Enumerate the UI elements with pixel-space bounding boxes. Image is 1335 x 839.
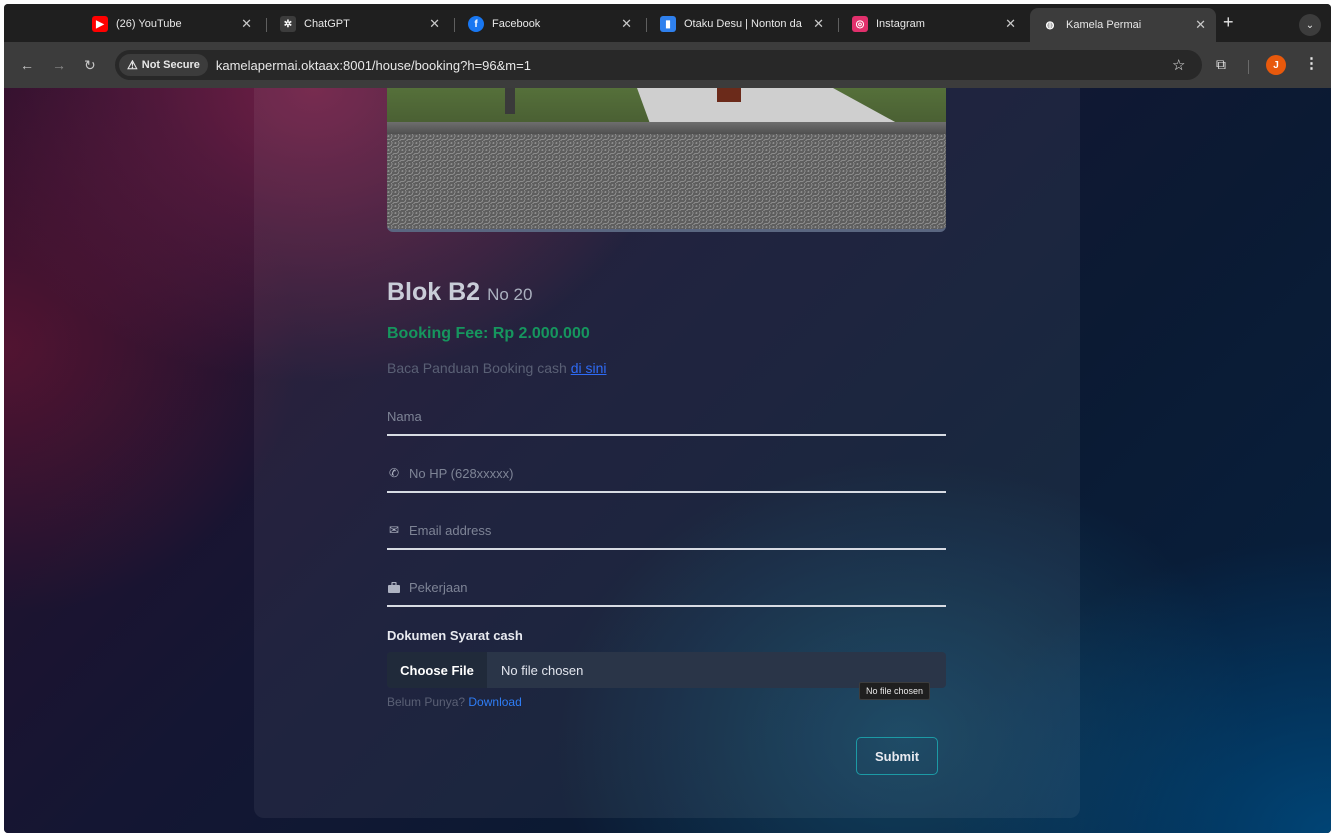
tab-facebook[interactable]: f Facebook ✕ [456,10,642,38]
hp-field: ✆ [387,453,946,493]
reload-icon[interactable]: ↻ [84,57,96,74]
tab-kamela-permai[interactable]: ◍ Kamela Permai ✕ [1030,8,1216,42]
tab-separator [266,18,267,32]
tab-strip: ▶ (26) YouTube ✕ ✲ ChatGPT ✕ f Facebook … [4,4,1331,42]
security-indicator[interactable]: ⚠ Not Secure [119,54,208,76]
forward-icon[interactable]: → [52,57,66,73]
email-field: ✉ [387,510,946,550]
toolbar-separator [1248,60,1249,74]
nama-field [387,396,946,436]
submit-button[interactable]: Submit [856,737,938,775]
page-viewport: Blok B2 No 20 Booking Fee: Rp 2.000.000 … [4,88,1331,833]
security-label: Not Secure [141,59,200,71]
tab-title: ChatGPT [304,18,350,30]
url-text[interactable]: kamelapermai.oktaax:8001/house/booking?h… [216,58,531,73]
close-icon[interactable]: ✕ [1005,16,1016,32]
chatgpt-icon: ✲ [280,16,296,32]
choose-file-button[interactable]: Choose File [387,652,487,688]
booking-guide: Baca Panduan Booking cash di sini [387,360,607,376]
globe-icon: ◍ [1042,17,1058,33]
otakudesu-icon: ▮ [660,16,676,32]
tab-instagram[interactable]: ◎ Instagram ✕ [840,10,1026,38]
warning-icon: ⚠ [127,58,138,72]
document-label: Dokumen Syarat cash [387,628,523,643]
extensions-icon[interactable]: ⧉ [1216,56,1226,73]
guide-text: Baca Panduan Booking cash [387,360,567,376]
house-number: No 20 [487,285,533,304]
file-status: No file chosen [501,662,584,678]
guide-link[interactable]: di sini [571,360,607,376]
pekerjaan-input[interactable] [387,575,946,599]
tab-title: Otaku Desu | Nonton da [684,18,802,30]
close-icon[interactable]: ✕ [241,16,252,32]
blok-label: Blok B2 [387,278,481,306]
instagram-icon: ◎ [852,16,868,32]
tab-title: (26) YouTube [116,18,182,30]
booking-fee: Booking Fee: Rp 2.000.000 [387,325,590,342]
tab-separator [454,18,455,32]
download-hint: Belum Punya? Download [387,695,522,709]
facebook-icon: f [468,16,484,32]
house-title: Blok B2 No 20 [387,278,532,307]
close-icon[interactable]: ✕ [621,16,632,32]
tab-title: Kamela Permai [1066,19,1142,31]
menu-kebab-icon[interactable]: ⋮ [1304,54,1319,72]
close-icon[interactable]: ✕ [813,16,824,32]
bookmark-star-icon[interactable]: ☆ [1172,56,1185,74]
download-link[interactable]: Download [468,695,521,709]
tab-title: Facebook [492,18,541,30]
tab-chatgpt[interactable]: ✲ ChatGPT ✕ [268,10,450,38]
house-photo [387,88,946,232]
tab-separator [646,18,647,32]
tab-separator [838,18,839,32]
tab-search-icon[interactable]: ⌄ [1299,14,1321,36]
browser-toolbar: ← → ↻ ⚠ Not Secure kamelapermai.oktaax:8… [4,42,1331,88]
close-icon[interactable]: ✕ [1195,17,1206,33]
tab-otakudesu[interactable]: ▮ Otaku Desu | Nonton da ✕ [648,10,834,38]
pekerjaan-field [387,567,946,607]
tab-title: Instagram [876,18,925,30]
new-tab-icon[interactable]: + [1223,12,1234,33]
youtube-icon: ▶ [92,16,108,32]
close-icon[interactable]: ✕ [429,16,440,32]
belum-punya-text: Belum Punya? [387,695,466,709]
file-tooltip: No file chosen [859,682,931,700]
tab-youtube[interactable]: ▶ (26) YouTube ✕ [80,10,262,38]
nama-input[interactable] [387,404,946,428]
profile-avatar[interactable]: J [1266,55,1286,75]
email-input[interactable] [387,518,946,542]
hp-input[interactable] [387,461,946,485]
browser-window: ▶ (26) YouTube ✕ ✲ ChatGPT ✕ f Facebook … [4,4,1331,833]
address-bar[interactable]: ⚠ Not Secure kamelapermai.oktaax:8001/ho… [115,50,1202,80]
back-icon[interactable]: ← [20,57,34,73]
